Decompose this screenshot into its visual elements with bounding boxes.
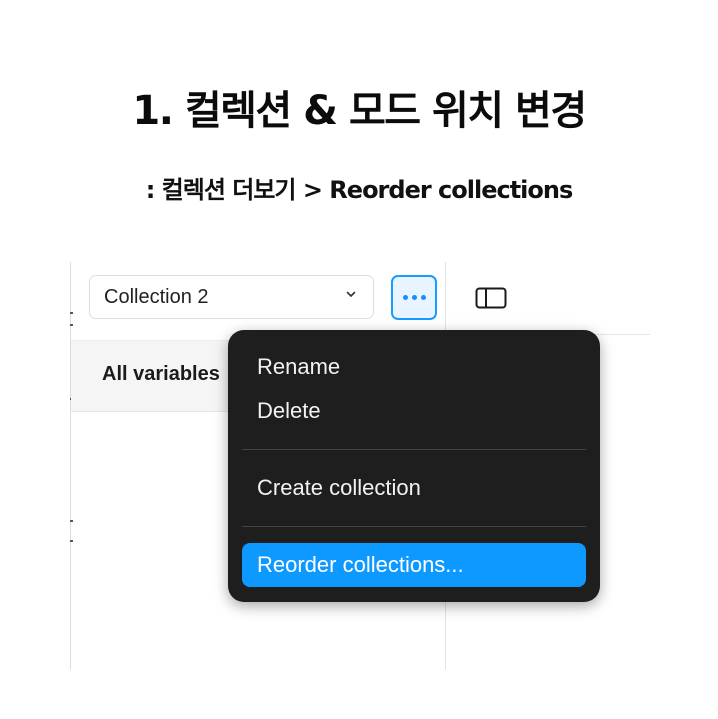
menu-separator [242,449,586,450]
edge-tick [70,324,73,326]
collection-select-value: Collection 2 [104,285,209,308]
menu-item-create-collection[interactable]: Create collection [242,466,586,510]
collection-context-menu: Rename Delete Create collection Reorder … [228,330,600,602]
page-subtitle: : 컬렉션 더보기 > Reorder collections [145,176,574,204]
sidebar-item-label: All variables [102,363,220,385]
edge-tick [70,520,73,522]
sidebar-panel-icon[interactable] [475,287,507,309]
collection-more-button[interactable] [391,275,437,320]
more-dots-icon [420,295,426,300]
menu-item-rename[interactable]: Rename [242,345,586,389]
menu-item-reorder-collections[interactable]: Reorder collections... [242,543,586,587]
menu-item-delete[interactable]: Delete [242,389,586,433]
collection-select[interactable]: Collection 2 [89,275,374,319]
more-dots-icon [402,295,408,300]
edge-tick [70,312,73,314]
chevron-down-icon [346,291,356,297]
edge-tick [70,540,73,542]
menu-separator [242,526,586,527]
more-dots-icon [411,295,417,300]
page-title: 1. 컬렉션 & 모드 위치 변경 [132,88,587,134]
